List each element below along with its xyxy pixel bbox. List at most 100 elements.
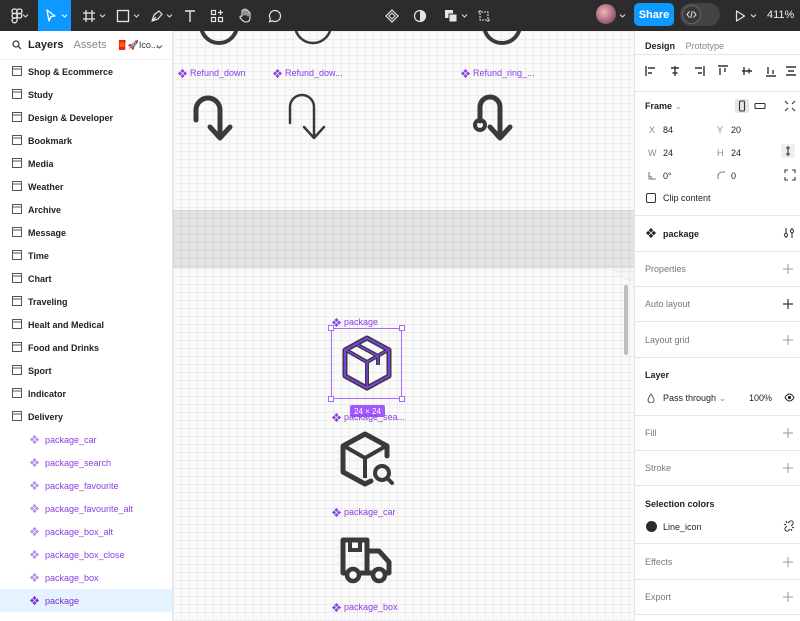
layer-component-row[interactable]: package_favourite_alt (0, 497, 172, 520)
portrait-orientation-icon[interactable] (735, 99, 749, 113)
layer-frame-row[interactable]: Healt and Medical (0, 313, 172, 336)
align-center-h-icon[interactable] (669, 65, 681, 77)
opacity-input[interactable]: 100% (749, 393, 772, 403)
component-settings-icon[interactable] (782, 226, 796, 240)
delivery-frame[interactable] (173, 268, 634, 621)
constrain-proportions-icon[interactable] (781, 144, 795, 158)
component-label[interactable]: Refund_down (178, 68, 246, 78)
auto-layout-section[interactable]: Auto layout (645, 299, 690, 309)
effects-section[interactable]: Effects (645, 557, 672, 567)
tab-prototype[interactable]: Prototype (686, 41, 725, 51)
export-section[interactable]: Export (645, 592, 671, 602)
component-label[interactable]: Refund_dow... (273, 68, 343, 78)
layer-component-row[interactable]: package_search (0, 451, 172, 474)
component-tool-button[interactable] (382, 0, 402, 31)
pen-tool-button[interactable] (146, 0, 168, 31)
w-input[interactable]: 24 (663, 148, 673, 158)
layer-frame-row[interactable]: Shop & Ecommerce (0, 60, 172, 83)
package-car-icon[interactable] (338, 531, 398, 587)
tab-layers[interactable]: Layers (28, 39, 63, 51)
canvas-scrollbar[interactable] (624, 285, 628, 355)
detach-style-icon[interactable] (783, 520, 795, 532)
layer-frame-row[interactable]: Bookmark (0, 129, 172, 152)
resize-handle[interactable] (399, 325, 405, 331)
shape-tool-button[interactable] (112, 0, 134, 31)
layer-frame-row[interactable]: Archive (0, 198, 172, 221)
resources-tool-button[interactable] (206, 0, 228, 31)
stroke-section[interactable]: Stroke (645, 463, 671, 473)
layer-frame-row[interactable]: Media (0, 152, 172, 175)
align-top-icon[interactable] (717, 65, 729, 77)
fill-section[interactable]: Fill (645, 428, 657, 438)
selection-color-name[interactable]: Line_icon (663, 522, 702, 532)
resize-handle[interactable] (399, 396, 405, 402)
layer-frame-row[interactable]: Weather (0, 175, 172, 198)
refund-ring-icon[interactable] (466, 85, 526, 145)
refund-down-icon[interactable] (190, 85, 246, 145)
plus-icon[interactable] (783, 463, 793, 473)
plus-icon[interactable] (783, 428, 793, 438)
layer-component-row[interactable]: package_box (0, 566, 172, 589)
package-icon[interactable] (338, 334, 396, 392)
resize-handle[interactable] (328, 325, 334, 331)
boolean-tool-button[interactable] (440, 0, 462, 31)
layer-component-row[interactable]: package (0, 589, 172, 612)
dev-mode-toggle[interactable] (680, 3, 720, 26)
share-button[interactable]: Share (634, 3, 674, 26)
align-left-icon[interactable] (645, 65, 657, 77)
component-label[interactable]: package_box (332, 602, 398, 612)
layer-frame-row[interactable]: Delivery (0, 405, 172, 428)
frame-section-title[interactable]: Frame ⌄ (645, 101, 682, 112)
corner-radius-input[interactable]: 0 (731, 171, 736, 181)
eye-icon[interactable] (784, 393, 795, 402)
component-label[interactable]: package_sea... (332, 412, 405, 422)
clip-content-checkbox[interactable] (646, 193, 656, 203)
layer-frame-row[interactable]: Study (0, 83, 172, 106)
hand-tool-button[interactable] (234, 0, 256, 31)
component-label[interactable]: package (332, 317, 378, 327)
search-icon[interactable] (12, 40, 22, 50)
layer-component-row[interactable]: package_box_alt (0, 520, 172, 543)
properties-section[interactable]: Properties (645, 264, 686, 274)
package-search-icon[interactable] (338, 431, 398, 489)
layer-frame-row[interactable]: Food and Drinks (0, 336, 172, 359)
distribute-icon[interactable] (785, 65, 797, 77)
align-bottom-icon[interactable] (765, 65, 777, 77)
rotation-input[interactable]: 0° (663, 171, 672, 181)
layer-frame-row[interactable]: Message (0, 221, 172, 244)
layer-component-row[interactable]: package_favourite (0, 474, 172, 497)
present-button[interactable] (733, 0, 747, 31)
layer-frame-row[interactable]: Design & Developer (0, 106, 172, 129)
layout-grid-section[interactable]: Layout grid (645, 335, 690, 345)
frame-tool-button[interactable] (78, 0, 100, 31)
blend-mode-select[interactable]: Pass through ⌄ (663, 393, 726, 404)
layer-frame-row[interactable]: Sport (0, 359, 172, 382)
page-selector[interactable]: 🧧🚀Ico... (117, 40, 159, 51)
layer-frame-row[interactable]: Chart (0, 267, 172, 290)
mask-tool-button[interactable] (410, 0, 430, 31)
align-right-icon[interactable] (693, 65, 705, 77)
y-input[interactable]: 20 (731, 125, 741, 135)
layer-component-row[interactable]: package_car (0, 428, 172, 451)
layer-component-row[interactable]: package_box_close (0, 543, 172, 566)
align-center-v-icon[interactable] (741, 65, 753, 77)
resize-handle[interactable] (328, 396, 334, 402)
canvas[interactable]: Refund_down Refund_dow... Refund_ring_..… (173, 31, 634, 621)
layer-frame-row[interactable]: Indicator (0, 382, 172, 405)
user-avatar[interactable] (596, 4, 616, 24)
component-label[interactable]: Refund_ring_... (461, 68, 535, 78)
tab-assets[interactable]: Assets (73, 39, 106, 51)
plus-icon[interactable] (783, 264, 793, 274)
plus-icon[interactable] (783, 335, 793, 345)
crop-tool-button[interactable] (474, 0, 494, 31)
component-label[interactable]: package_car (332, 507, 396, 517)
h-input[interactable]: 24 (731, 148, 741, 158)
layer-frame-row[interactable]: Traveling (0, 290, 172, 313)
resize-to-fit-icon[interactable] (783, 99, 797, 113)
layer-frame-row[interactable]: Time (0, 244, 172, 267)
plus-icon[interactable] (783, 592, 793, 602)
zoom-level[interactable]: 411% (767, 9, 794, 21)
refund-down-alt-icon[interactable] (284, 85, 340, 145)
text-tool-button[interactable] (179, 0, 201, 31)
plus-icon[interactable] (783, 557, 793, 567)
